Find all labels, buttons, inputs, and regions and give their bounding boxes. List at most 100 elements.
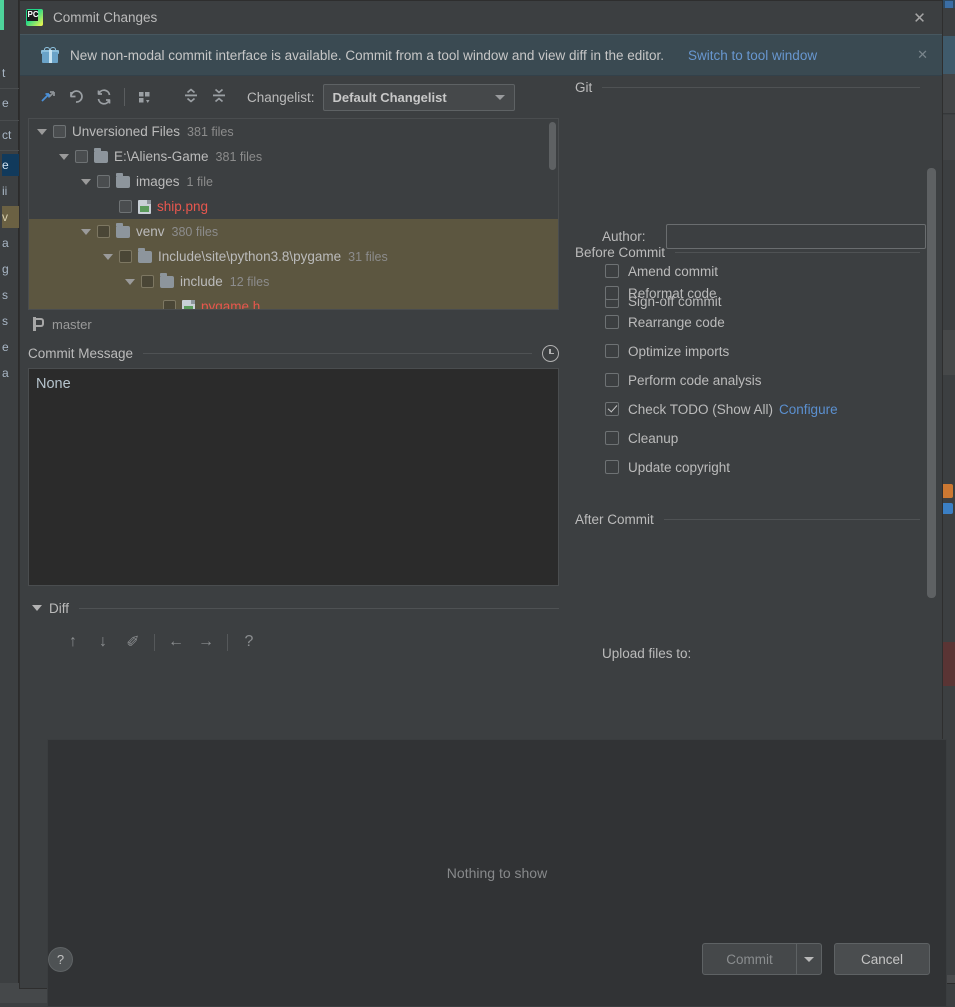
close-icon[interactable]: ✕	[897, 1, 942, 34]
checkbox-row[interactable]: Check TODO (Show All) Configure	[605, 398, 838, 420]
checkbox-row[interactable]: Amend commit	[605, 260, 718, 282]
right-panel-scrollbar[interactable]	[927, 168, 936, 598]
checkbox-label: Reformat code	[628, 286, 717, 301]
backdrop-accent-bar	[0, 0, 4, 30]
before-commit-header: Before Commit	[575, 245, 920, 260]
changes-toolbar: Changelist: Default Changelist	[28, 76, 559, 118]
tree-row-count: 381 files	[216, 150, 263, 164]
tree-row[interactable]: E:\Aliens-Game381 files	[29, 144, 558, 169]
checkbox[interactable]	[605, 315, 619, 329]
checkbox-row[interactable]: Cleanup	[605, 427, 678, 449]
cancel-button[interactable]: Cancel	[834, 943, 930, 975]
expand-triangle-icon[interactable]	[37, 129, 47, 135]
clock-icon[interactable]	[542, 345, 559, 362]
git-section-header: Git	[575, 80, 920, 95]
changelist-dropdown[interactable]: Default Changelist	[323, 84, 515, 111]
arrow-left-icon[interactable]: ←	[161, 628, 191, 656]
backdrop-text-highlight: e	[2, 154, 19, 176]
commit-button[interactable]: Commit	[703, 944, 796, 974]
collapse-triangle-icon[interactable]	[32, 605, 42, 611]
tree-row[interactable]: Unversioned Files381 files	[29, 119, 558, 144]
after-commit-header: After Commit	[575, 512, 920, 527]
tree-scrollbar[interactable]	[548, 120, 557, 308]
tree-row-checkbox[interactable]	[97, 225, 110, 238]
tree-row-label: Unversioned Files	[72, 124, 180, 139]
checkbox-row[interactable]: Update copyright	[605, 456, 730, 478]
checkbox[interactable]	[605, 373, 619, 387]
file-icon	[138, 200, 151, 214]
tree-row-checkbox[interactable]	[53, 125, 66, 138]
show-diff-icon[interactable]	[34, 83, 62, 111]
collapse-all-icon[interactable]	[205, 83, 233, 111]
tree-row-label: Include\site\python3.8\pygame	[158, 249, 341, 264]
checkbox[interactable]	[605, 402, 619, 416]
diff-toolbar: ↑↓✐ ←→?	[28, 622, 559, 662]
checkbox[interactable]	[605, 264, 619, 278]
tree-row[interactable]: venv380 files	[29, 219, 558, 244]
tree-row[interactable]: ship.png	[29, 194, 558, 219]
arrow-right-icon[interactable]: →	[191, 628, 221, 656]
tree-row-checkbox[interactable]	[163, 300, 176, 310]
tree-row[interactable]: pygame.h	[29, 294, 558, 310]
checkbox-row[interactable]: Rearrange code	[605, 311, 725, 333]
tree-row-label: ship.png	[157, 199, 208, 214]
checkbox[interactable]	[605, 286, 619, 300]
backdrop-text: e	[2, 336, 17, 358]
commit-message-input[interactable]: None	[28, 368, 559, 586]
tree-row-count: 12 files	[230, 275, 270, 289]
help-button[interactable]: ?	[48, 947, 73, 972]
checkbox-label: Check TODO (Show All)	[628, 402, 773, 417]
tree-row[interactable]: include12 files	[29, 269, 558, 294]
checkbox-label: Update copyright	[628, 460, 730, 475]
tree-row-checkbox[interactable]	[141, 275, 154, 288]
divider	[602, 87, 920, 88]
tree-row-count: 380 files	[172, 225, 219, 239]
git-section-title: Git	[575, 80, 602, 95]
tree-row[interactable]: images1 file	[29, 169, 558, 194]
dialog-body: Changelist: Default Changelist Unversion…	[20, 76, 942, 930]
nothing-to-show-text: Nothing to show	[447, 865, 547, 881]
help-question-icon[interactable]: ?	[234, 628, 264, 656]
refresh-icon[interactable]	[90, 83, 118, 111]
expand-triangle-icon[interactable]	[81, 229, 91, 235]
checkbox-row[interactable]: Perform code analysis	[605, 369, 762, 391]
tree-row-count: 1 file	[187, 175, 213, 189]
expand-triangle-icon[interactable]	[125, 279, 135, 285]
tree-row-checkbox[interactable]	[119, 250, 132, 263]
tree-row[interactable]: Include\site\python3.8\pygame 31 files	[29, 244, 558, 269]
expand-triangle-icon[interactable]	[81, 179, 91, 185]
tree-row-count: 31 files	[348, 250, 388, 264]
commit-split-button[interactable]: Commit	[702, 943, 822, 975]
edit-pencil-icon[interactable]: ✐	[118, 628, 148, 656]
changes-tree[interactable]: Unversioned Files381 filesE:\Aliens-Game…	[28, 118, 559, 310]
tree-row-checkbox[interactable]	[75, 150, 88, 163]
commit-options-dropdown[interactable]	[796, 944, 821, 974]
group-by-icon[interactable]	[131, 83, 159, 111]
tree-row-checkbox[interactable]	[119, 200, 132, 213]
checkbox[interactable]	[605, 460, 619, 474]
revert-icon[interactable]	[62, 83, 90, 111]
checkbox-row[interactable]: Reformat code	[605, 282, 717, 304]
arrow-down-icon[interactable]: ↓	[88, 628, 118, 656]
checkbox-row[interactable]: Optimize imports	[605, 340, 729, 362]
tree-scrollbar-thumb[interactable]	[549, 122, 556, 170]
checkbox[interactable]	[605, 431, 619, 445]
configure-link[interactable]: Configure	[779, 402, 838, 417]
switch-to-tool-window-link[interactable]: Switch to tool window	[688, 48, 817, 63]
branch-indicator: master	[28, 310, 559, 338]
gift-icon	[42, 47, 58, 63]
tree-row-checkbox[interactable]	[97, 175, 110, 188]
arrow-up-icon[interactable]: ↑	[58, 628, 88, 656]
dialog-footer: ? Commit Cancel	[20, 930, 942, 988]
divider	[664, 519, 920, 520]
diff-section-header: Diff	[28, 594, 559, 622]
banner-close-icon[interactable]: ✕	[917, 47, 928, 63]
checkbox-label: Optimize imports	[628, 344, 729, 359]
checkbox[interactable]	[605, 344, 619, 358]
toolbar-divider	[124, 88, 125, 106]
expand-triangle-icon[interactable]	[103, 254, 113, 260]
expand-triangle-icon[interactable]	[59, 154, 69, 160]
backdrop-text: t	[2, 62, 17, 84]
pycharm-logo-text: PC	[28, 9, 39, 21]
expand-all-icon[interactable]	[177, 83, 205, 111]
